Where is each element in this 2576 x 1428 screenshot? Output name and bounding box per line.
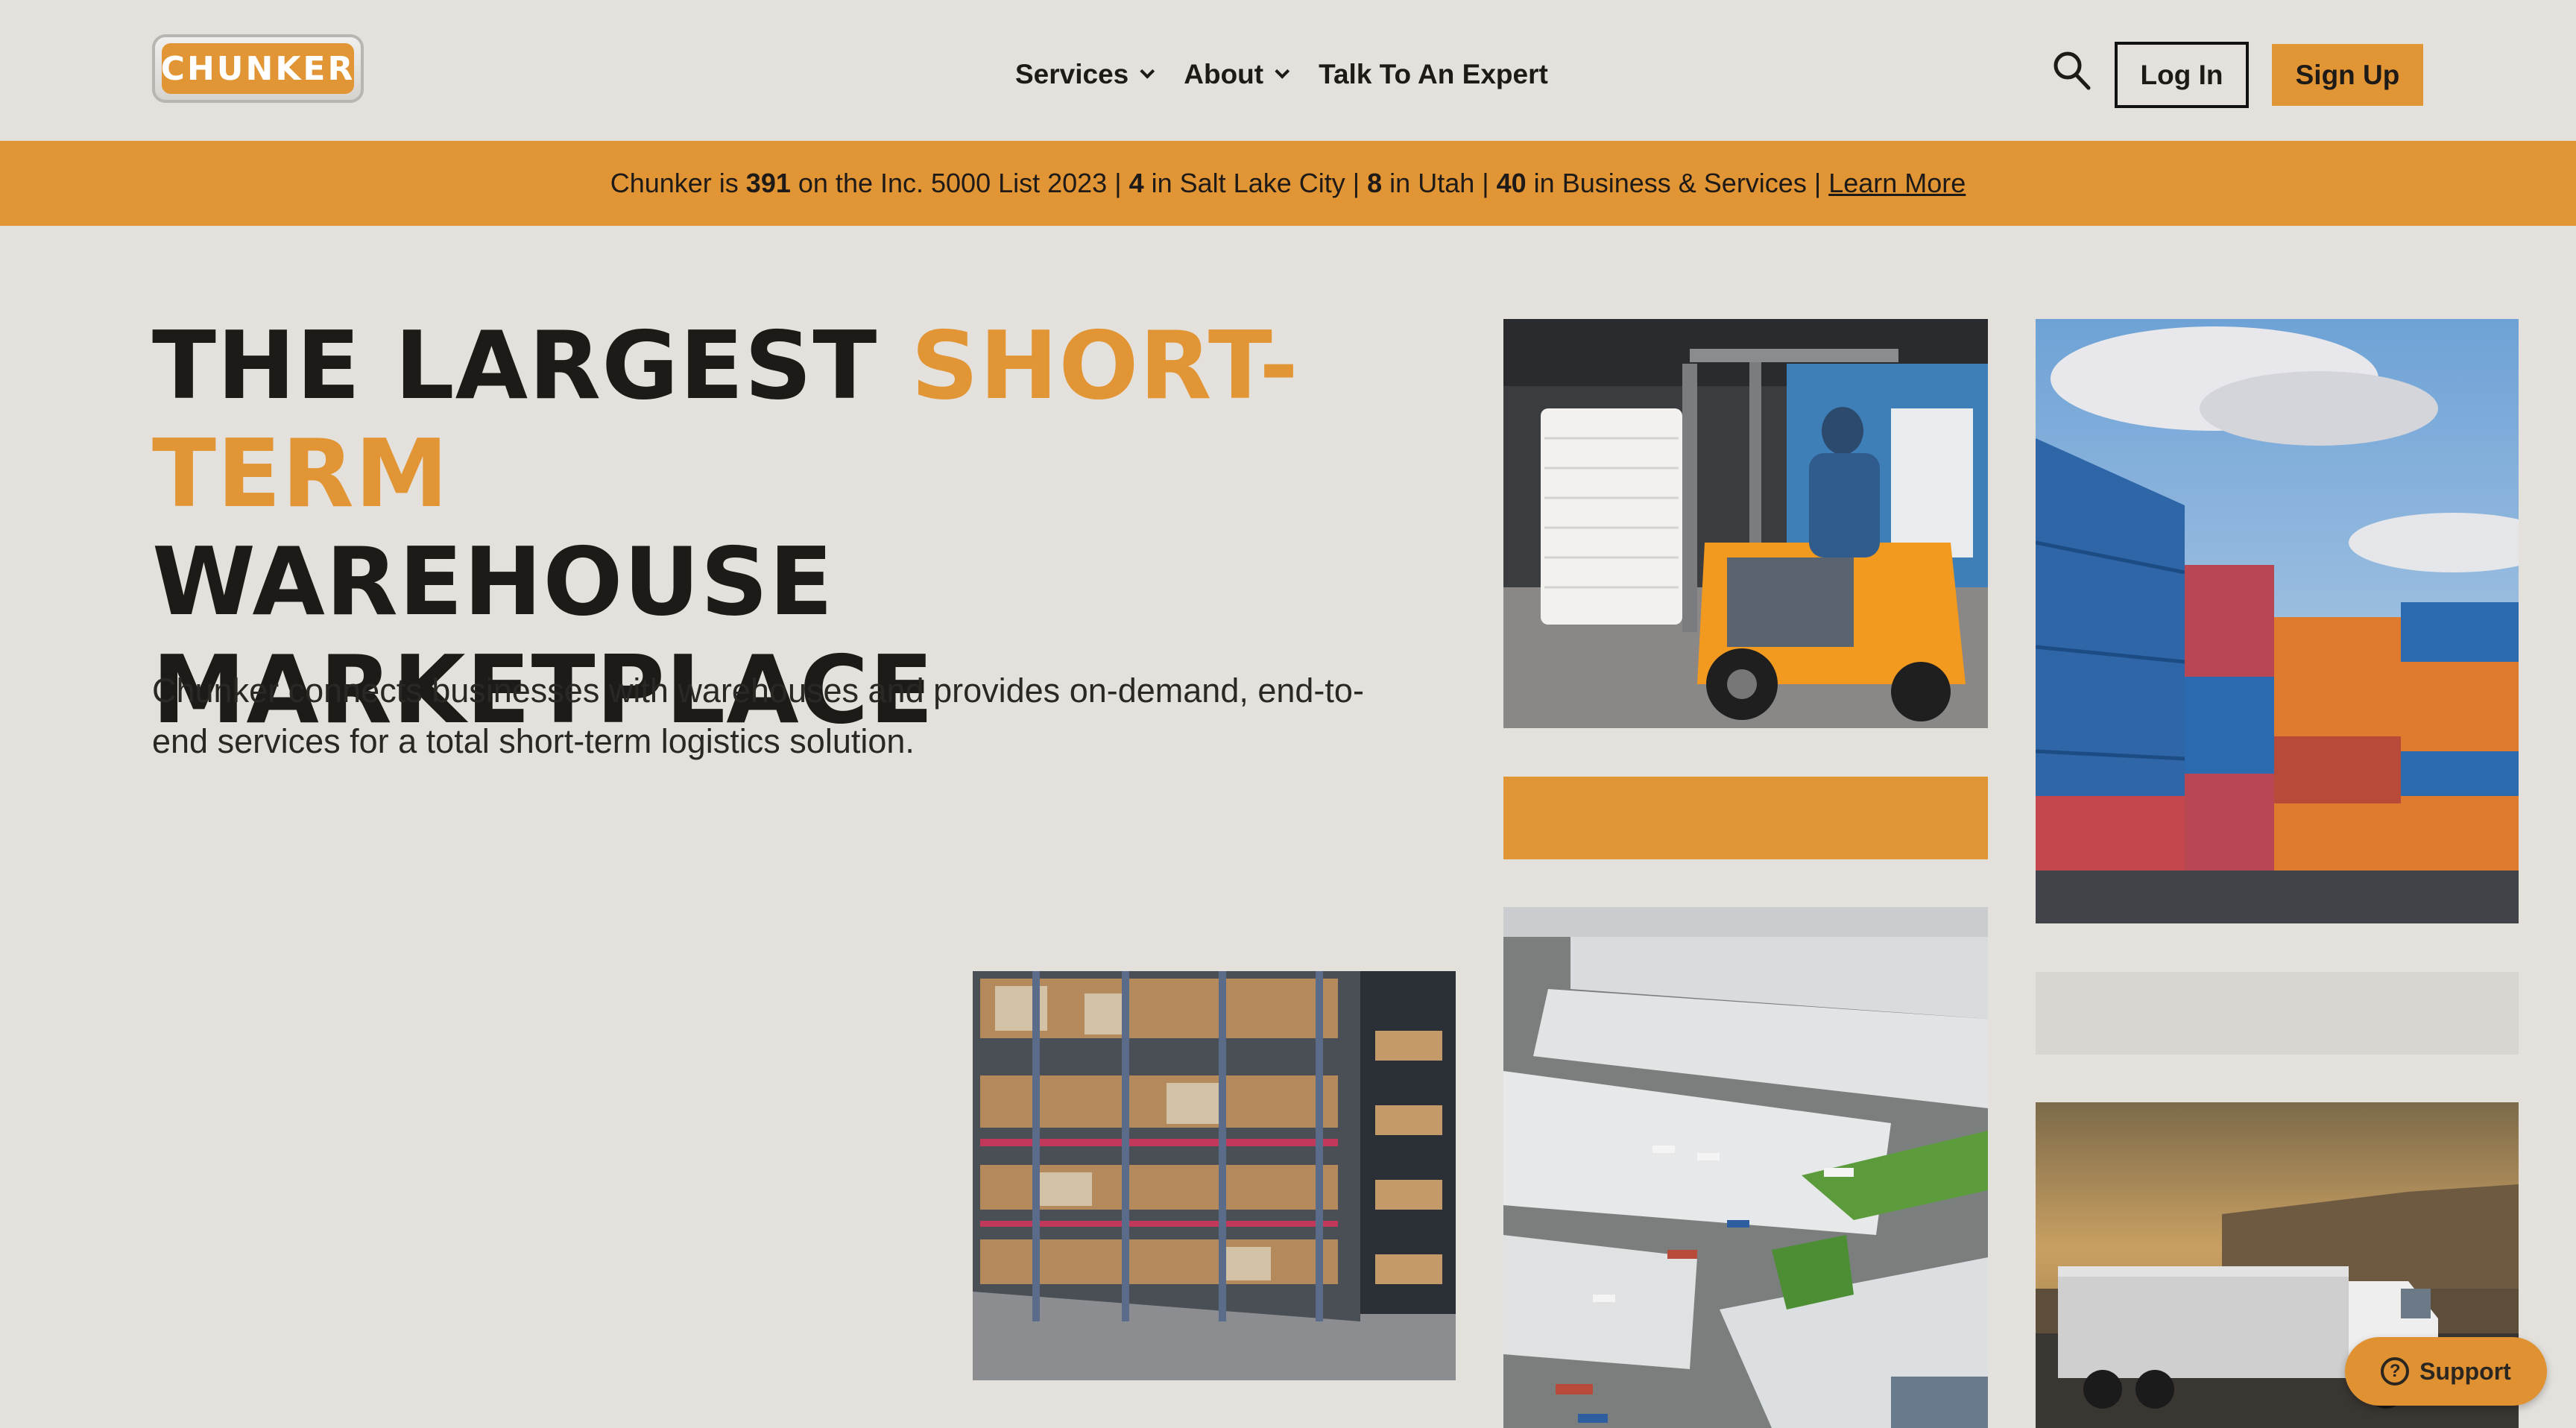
chevron-down-icon <box>1140 63 1155 79</box>
banner-text-5: in Business & Services | <box>1533 168 1822 198</box>
banner-number-1: 391 <box>745 168 791 198</box>
nav-about-label: About <box>1184 59 1264 89</box>
banner-number-4: 40 <box>1496 168 1527 198</box>
banner-text-1: Chunker is <box>610 168 739 198</box>
inc5000-banner: Chunker is 391 on the Inc. 5000 List 202… <box>0 141 2576 226</box>
logo-text: CHUNKER <box>161 43 354 94</box>
support-button[interactable]: ? Support <box>2345 1337 2547 1406</box>
forklift-image <box>1503 319 1988 728</box>
warehouse-shelves-image <box>973 971 1456 1380</box>
nav-services[interactable]: Services <box>1015 59 1155 90</box>
main-nav: Services About Talk To An Expert <box>1015 52 1582 97</box>
log-in-button[interactable]: Log In <box>2115 42 2249 108</box>
shipping-containers-image <box>2036 319 2519 923</box>
banner-number-2: 4 <box>1128 168 1144 198</box>
aerial-warehouse-image <box>1503 907 1988 1428</box>
chunker-logo[interactable]: CHUNKER <box>152 34 364 103</box>
gray-block <box>2036 972 2519 1055</box>
nav-talk-label: Talk To An Expert <box>1319 59 1548 89</box>
site-header: CHUNKER Services About Talk To An Expert… <box>0 0 2576 141</box>
search-icon[interactable] <box>2051 49 2092 91</box>
hero-title-line2: WAREHOUSE <box>152 527 834 636</box>
nav-services-label: Services <box>1015 59 1129 89</box>
hero-description: Chunker connects businesses with warehou… <box>152 672 1364 760</box>
support-label: Support <box>2419 1357 2511 1385</box>
banner-number-3: 8 <box>1367 168 1383 198</box>
banner-text-2: on the Inc. 5000 List 2023 | <box>798 168 1122 198</box>
orange-block <box>1503 777 1988 859</box>
nav-about[interactable]: About <box>1184 59 1290 90</box>
sign-up-button[interactable]: Sign Up <box>2272 44 2423 106</box>
banner-text-4: in Utah | <box>1389 168 1489 198</box>
banner-text-3: in Salt Lake City | <box>1151 168 1360 198</box>
nav-talk-to-expert[interactable]: Talk To An Expert <box>1319 59 1548 90</box>
chevron-down-icon <box>1275 63 1290 79</box>
learn-more-link[interactable]: Learn More <box>1828 168 1966 199</box>
question-icon: ? <box>2381 1357 2410 1386</box>
hero-title-part1: THE LARGEST <box>152 311 878 420</box>
